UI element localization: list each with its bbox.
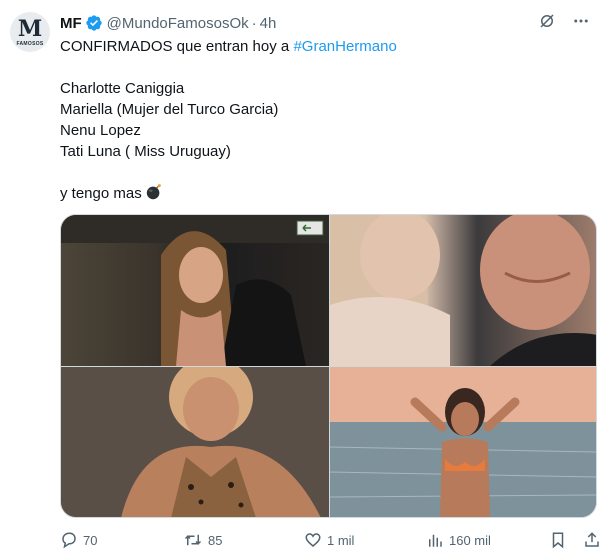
bookmark-button[interactable] <box>549 528 567 552</box>
avatar-subtext: FAMOSOS <box>16 40 44 47</box>
share-button[interactable] <box>583 528 601 552</box>
tweet-text: CONFIRMADOS que entran hoy a #GranHerman… <box>60 36 580 207</box>
reply-button[interactable]: 70 <box>60 528 97 552</box>
contestant-name: Charlotte Caniggia <box>60 80 185 97</box>
views-button[interactable]: 160 mil <box>426 528 491 552</box>
tweet-actions: 70 85 1 mil 160 mil <box>60 528 600 552</box>
reply-count: 70 <box>83 532 98 548</box>
photo-couple-selfie[interactable] <box>330 215 596 366</box>
photo-woman-beach[interactable] <box>330 367 596 517</box>
like-button[interactable]: 1 mil <box>304 528 354 552</box>
author-handle[interactable]: @MundoFamososOk <box>107 15 249 32</box>
avatar-letter: M <box>17 15 43 42</box>
contestant-name: Nenu Lopez <box>60 122 141 139</box>
closing-text: y tengo mas <box>60 185 142 202</box>
photo-woman-leopard[interactable] <box>61 367 329 517</box>
tweet-header: MF @MundoFamososOk · 4h <box>60 11 590 35</box>
contestant-name: Tati Luna ( Miss Uruguay) <box>60 143 231 160</box>
media-grid <box>60 214 597 518</box>
views-count: 160 mil <box>449 532 491 548</box>
reply-icon <box>60 531 78 549</box>
bookmark-icon <box>549 531 567 549</box>
repost-icon <box>183 531 203 549</box>
post-time[interactable]: 4h <box>260 15 277 32</box>
avatar[interactable]: M FAMOSOS <box>10 12 50 52</box>
author-name[interactable]: MF <box>60 15 82 32</box>
hashtag-link[interactable]: #GranHermano <box>293 38 396 55</box>
views-chart-icon <box>426 531 444 549</box>
heart-icon <box>304 531 322 549</box>
contestant-name: Mariella (Mujer del Turco Garcia) <box>60 101 279 118</box>
like-count: 1 mil <box>327 532 355 548</box>
verified-badge-icon <box>85 14 103 32</box>
share-icon <box>583 531 601 549</box>
separator-dot: · <box>251 14 257 32</box>
repost-button[interactable]: 85 <box>183 528 222 552</box>
photo-woman-selfie[interactable] <box>61 215 329 366</box>
bomb-icon <box>145 183 163 207</box>
repost-count: 85 <box>208 532 223 548</box>
grok-icon[interactable] <box>538 12 556 34</box>
tweet-line-1: CONFIRMADOS que entran hoy a <box>60 38 294 55</box>
more-options-icon[interactable] <box>572 12 590 34</box>
